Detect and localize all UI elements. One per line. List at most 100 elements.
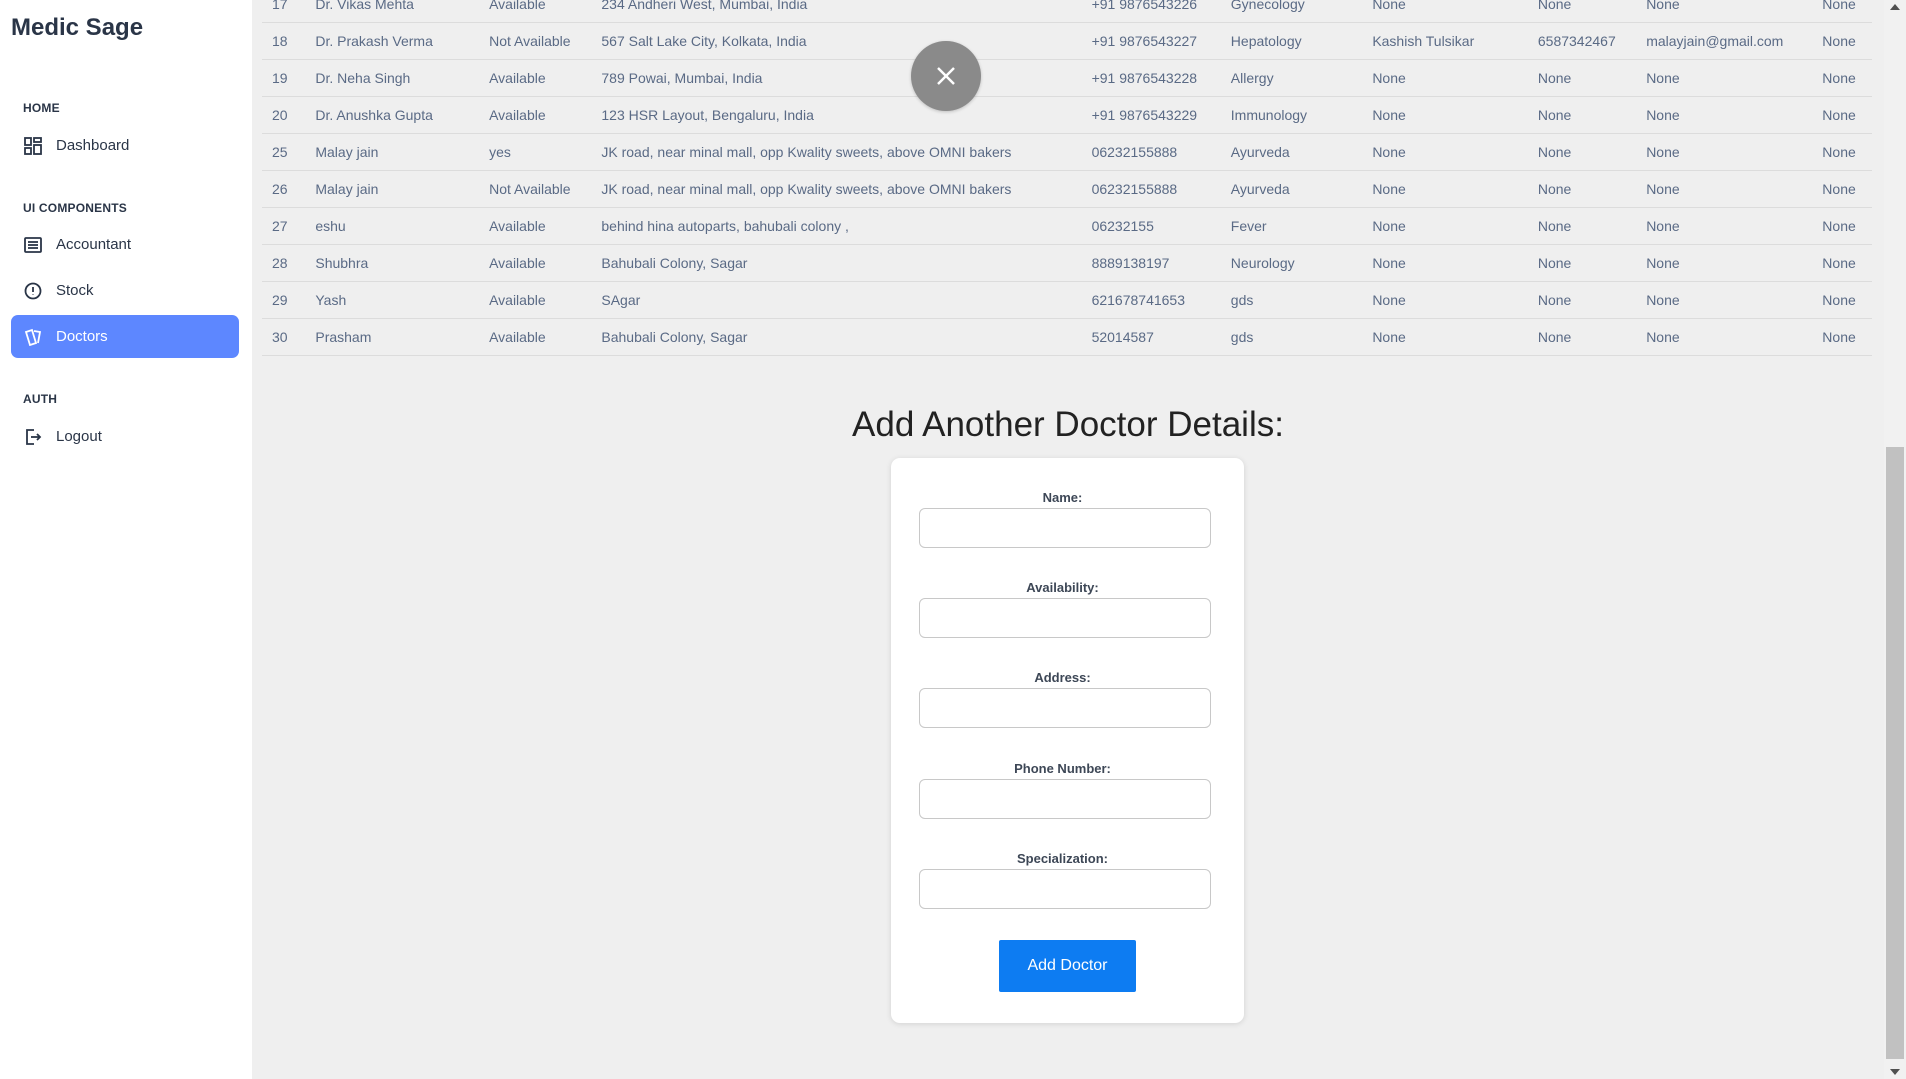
- table-cell: None: [1646, 281, 1823, 319]
- scroll-down-icon[interactable]: [1890, 1069, 1900, 1075]
- sidebar-item-label: Accountant: [56, 236, 132, 253]
- nav-section-title: HOME: [23, 101, 60, 115]
- table-cell: None: [1537, 96, 1647, 134]
- table-cell: None: [1822, 22, 1872, 60]
- table-cell: +91 9876543226: [1091, 0, 1231, 23]
- table-cell: 06232155888: [1091, 133, 1231, 171]
- close-button[interactable]: [911, 41, 981, 111]
- table-cell: None: [1372, 318, 1538, 356]
- availability-input[interactable]: [919, 598, 1211, 638]
- table-cell: Dr. Anushka Gupta: [315, 96, 490, 134]
- table-cell: None: [1537, 207, 1647, 245]
- sidebar-item-logout[interactable]: Logout: [11, 415, 239, 458]
- table-cell: Immunology: [1230, 96, 1373, 134]
- table-cell: None: [1372, 170, 1538, 208]
- table-cell: None: [1537, 59, 1647, 97]
- table-cell: None: [1372, 59, 1538, 97]
- table-cell: None: [1537, 318, 1647, 356]
- brand-logo[interactable]: Medic Sage: [11, 14, 143, 42]
- table-cell: 6587342467: [1537, 22, 1647, 60]
- table-row: 26 Malay jain Not Available JK road, near m…: [262, 170, 1872, 208]
- table-cell: None: [1822, 133, 1872, 171]
- table-cell: None: [1646, 170, 1823, 208]
- table-cell: Available: [489, 96, 602, 134]
- cards-icon: [22, 326, 44, 348]
- logout-icon: [22, 426, 44, 448]
- scroll-thumb[interactable]: [1886, 447, 1904, 1059]
- table-cell: 789 Powai, Mumbai, India: [601, 59, 1092, 97]
- doctors-table: 17 Dr. Vikas Mehta Available 234 Andheri We…: [262, 0, 1872, 356]
- table-cell: 06232155888: [1091, 170, 1231, 208]
- table-cell: Dr. Neha Singh: [315, 59, 490, 97]
- specialization-input[interactable]: [919, 869, 1211, 909]
- nav-section-title: UI COMPONENTS: [23, 201, 127, 215]
- table-cell: Dr. Vikas Mehta: [315, 0, 490, 23]
- table-cell: JK road, near minal mall, opp Kwality sw…: [601, 133, 1092, 171]
- table-cell: JK road, near minal mall, opp Kwality sw…: [601, 170, 1092, 208]
- table-cell: 234 Andheri West, Mumbai, India: [601, 0, 1092, 23]
- table-cell: Prasham: [315, 318, 490, 356]
- sidebar-item-label: Stock: [56, 282, 94, 299]
- table-row: 29 Yash Available SAgar 621678741653 gds None N…: [262, 281, 1872, 319]
- table-cell: None: [1822, 0, 1872, 23]
- sidebar-item-stock[interactable]: Stock: [11, 269, 239, 312]
- table-cell: 06232155: [1091, 207, 1231, 245]
- sidebar: Medic Sage HOME Dashboard UI COMPONENTS …: [0, 0, 252, 1079]
- table-cell: 20: [262, 96, 316, 134]
- table-cell: SAgar: [601, 281, 1092, 319]
- table-cell: None: [1646, 59, 1823, 97]
- table-cell: Bahubali Colony, Sagar: [601, 244, 1092, 282]
- address-input[interactable]: [919, 688, 1211, 728]
- table-cell: 18: [262, 22, 316, 60]
- table-cell: None: [1372, 244, 1538, 282]
- table-cell: malayjain@gmail.com: [1646, 22, 1823, 60]
- table-cell: 30: [262, 318, 316, 356]
- table-cell: Ayurveda: [1230, 170, 1373, 208]
- sidebar-item-dashboard[interactable]: Dashboard: [11, 124, 239, 167]
- table-cell: Available: [489, 0, 602, 23]
- table-cell: None: [1646, 96, 1823, 134]
- table-cell: Shubhra: [315, 244, 490, 282]
- table-cell: None: [1537, 133, 1647, 171]
- table-cell: None: [1822, 207, 1872, 245]
- alert-circle-icon: [22, 280, 44, 302]
- table-cell: Gynecology: [1230, 0, 1373, 23]
- close-icon: [937, 67, 955, 85]
- table-cell: None: [1646, 207, 1823, 245]
- table-cell: Fever: [1230, 207, 1373, 245]
- table-cell: None: [1372, 96, 1538, 134]
- add-doctor-button[interactable]: Add Doctor: [999, 940, 1136, 992]
- table-cell: Allergy: [1230, 59, 1373, 97]
- availability-label: Availability:: [1026, 580, 1099, 595]
- table-cell: Available: [489, 281, 602, 319]
- table-cell: Malay jain: [315, 170, 490, 208]
- name-input[interactable]: [919, 508, 1211, 548]
- table-cell: None: [1646, 133, 1823, 171]
- dashboard-icon: [22, 135, 44, 157]
- table-cell: Available: [489, 318, 602, 356]
- table-cell: None: [1537, 170, 1647, 208]
- sidebar-item-label: Doctors: [56, 328, 108, 345]
- sidebar-item-label: Logout: [56, 428, 102, 445]
- table-row: 28 Shubhra Available Bahubali Colony, Sagar…: [262, 244, 1872, 282]
- sidebar-item-accountant[interactable]: Accountant: [11, 223, 239, 266]
- table-cell: Dr. Prakash Verma: [315, 22, 490, 60]
- phone-number-label: Phone Number:: [1014, 761, 1111, 776]
- name-label: Name:: [1042, 490, 1083, 505]
- table-cell: None: [1822, 96, 1872, 134]
- sidebar-item-doctors[interactable]: Doctors: [11, 315, 239, 358]
- table-row: 27 eshu Available behind hina autoparts, ba…: [262, 207, 1872, 245]
- table-cell: None: [1646, 0, 1823, 23]
- table-row: 19 Dr. Neha Singh Available 789 Powai, Mumb…: [262, 59, 1872, 97]
- table-cell: None: [1372, 133, 1538, 171]
- table-cell: 52014587: [1091, 318, 1231, 356]
- phone-number-input[interactable]: [919, 779, 1211, 819]
- table-cell: None: [1372, 281, 1538, 319]
- table-cell: behind hina autoparts, bahubali colony ,: [601, 207, 1092, 245]
- table-cell: Not Available: [489, 22, 602, 60]
- form-heading: Add Another Doctor Details:: [852, 405, 1284, 444]
- scroll-up-icon[interactable]: [1890, 4, 1900, 10]
- sidebar-item-label: Dashboard: [56, 137, 130, 154]
- table-cell: None: [1822, 281, 1872, 319]
- vertical-scrollbar[interactable]: [1884, 0, 1906, 1079]
